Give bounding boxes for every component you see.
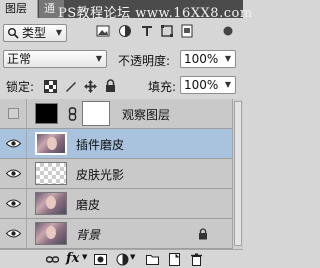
eye-icon [6, 139, 21, 148]
opacity-label: 不透明度: [118, 54, 171, 68]
fill-value: 100% [184, 78, 219, 92]
lock-transparent-pixels-icon[interactable] [44, 80, 57, 93]
visibility-toggle[interactable] [0, 129, 27, 158]
chevron-down-icon: ▼ [130, 253, 136, 261]
opacity-field[interactable]: 100% ▼ [180, 50, 236, 68]
eye-icon [6, 229, 21, 238]
layer-row-smoothing[interactable]: 磨皮 [0, 189, 232, 219]
filter-toggle-icon[interactable] [222, 24, 234, 38]
chevron-down-icon: ▼ [82, 253, 88, 261]
white-mask-thumbnail [82, 101, 110, 126]
blend-mode-value: 正常 [7, 52, 32, 66]
chevron-down-icon: ▼ [55, 28, 62, 37]
lock-row: 锁定: 填充: 100% ▼ [0, 75, 243, 97]
new-group-icon[interactable] [146, 253, 159, 266]
filter-type-value: 类型 [22, 26, 47, 40]
photo-thumbnail [35, 192, 67, 215]
fill-field[interactable]: 100% ▼ [180, 76, 236, 94]
delete-icon[interactable] [190, 253, 203, 266]
add-mask-icon[interactable] [94, 253, 107, 266]
blend-mode-dropdown[interactable]: 正常 ▼ [3, 50, 107, 68]
search-icon [8, 28, 19, 39]
adjustment-layer-icon[interactable] [116, 253, 129, 266]
layer-name: 观察图层 [122, 108, 171, 122]
layer-name: 皮肤光影 [76, 168, 125, 182]
fx-icon[interactable]: fx [66, 251, 79, 266]
layers-scrollbar[interactable] [232, 99, 243, 249]
opacity-value: 100% [184, 52, 219, 66]
layer-row-skin-light[interactable]: 皮肤光影 [0, 159, 232, 189]
type-filter-icon[interactable] [140, 24, 154, 38]
adjustment-filter-icon[interactable] [118, 24, 132, 38]
visibility-toggle[interactable] [0, 219, 27, 248]
layer-row-plugin-smoothing[interactable]: 插件磨皮 [0, 129, 232, 159]
panel-tab-bar: 图层 通 PS教程论坛 www.16XX8.com [0, 0, 252, 21]
layers-list: 观察图层 插件磨皮 皮肤光影 磨皮 背景 [0, 99, 232, 249]
lock-image-pixels-icon[interactable] [64, 80, 77, 93]
layer-row-observe[interactable]: 观察图层 [0, 99, 232, 129]
lock-all-icon[interactable] [104, 79, 117, 92]
photo-thumbnail [35, 222, 67, 245]
watermark-text: PS教程论坛 www.16XX8.com [58, 6, 253, 21]
image-filter-icon[interactable] [96, 24, 110, 38]
layers-bottom-toolbar: fx ▼ ▼ [0, 249, 243, 268]
visibility-toggle[interactable] [0, 99, 27, 128]
scrollbar-thumb[interactable] [234, 101, 242, 246]
layer-name: 背景 [76, 228, 101, 242]
black-thumbnail [35, 103, 58, 124]
blend-row: 正常 ▼ 不透明度: 100% ▼ [0, 49, 243, 71]
shape-filter-icon[interactable] [160, 24, 174, 38]
layer-filter-row: 类型 ▼ [0, 22, 243, 44]
visibility-toggle[interactable] [0, 189, 27, 218]
chevron-down-icon: ▼ [224, 80, 231, 89]
eye-icon [6, 169, 21, 178]
visibility-off-box [8, 108, 19, 119]
chevron-down-icon: ▼ [224, 54, 231, 63]
layer-name: 插件磨皮 [76, 138, 125, 152]
lock-icon [199, 228, 207, 240]
link-chain-icon[interactable] [68, 107, 77, 121]
transparent-thumbnail [35, 162, 67, 185]
chevron-down-icon: ▼ [95, 54, 102, 63]
tab-layers[interactable]: 图层 [0, 0, 38, 18]
smart-object-filter-icon[interactable] [180, 24, 194, 38]
photo-thumbnail [35, 132, 67, 155]
lock-label: 锁定: [6, 80, 35, 94]
visibility-toggle[interactable] [0, 159, 27, 188]
link-layers-icon[interactable] [46, 253, 59, 266]
fill-label: 填充: [148, 80, 177, 94]
layer-row-background[interactable]: 背景 [0, 219, 232, 249]
filter-type-dropdown[interactable]: 类型 ▼ [3, 24, 67, 42]
new-layer-icon[interactable] [168, 253, 181, 266]
lock-position-icon[interactable] [84, 80, 97, 93]
layer-name: 磨皮 [76, 198, 101, 212]
eye-icon [6, 199, 21, 208]
